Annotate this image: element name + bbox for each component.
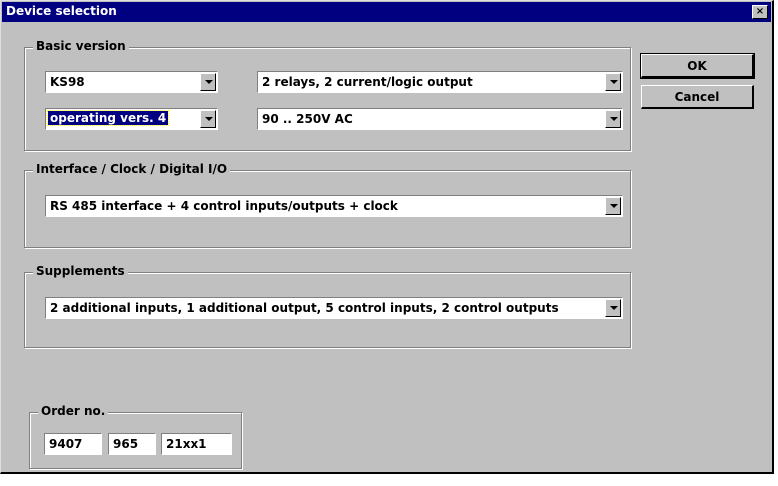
supplements-group: Supplements 2 additional inputs, 1 addit… [24, 264, 631, 348]
basic-version-group: Basic version KS98 2 relays, 2 current/l… [24, 39, 631, 151]
interface-value: RS 485 interface + 4 control inputs/outp… [50, 199, 398, 213]
model-value: KS98 [50, 75, 85, 89]
outputs-select[interactable]: 2 relays, 2 current/logic output [257, 71, 623, 93]
cancel-button[interactable]: Cancel [641, 85, 754, 109]
device-selection-dialog: Device selection × Basic version KS98 2 … [0, 0, 774, 474]
supplements-select[interactable]: 2 additional inputs, 1 additional output… [45, 297, 623, 319]
interface-group: Interface / Clock / Digital I/O RS 485 i… [24, 162, 631, 248]
supplements-label: Supplements [33, 264, 128, 278]
close-icon[interactable]: × [752, 5, 768, 19]
chevron-down-icon[interactable] [605, 299, 621, 317]
power-select[interactable]: 90 .. 250V AC [257, 108, 623, 130]
ok-button[interactable]: OK [640, 53, 755, 79]
operating-version-value: operating vers. 4 [46, 110, 170, 126]
order-part-1-field[interactable]: 9407 [44, 433, 102, 455]
chevron-down-icon[interactable] [605, 110, 621, 128]
order-number-label: Order no. [38, 404, 109, 418]
order-part-3-field[interactable]: 21xx1 [161, 433, 232, 455]
title-bar: Device selection × [2, 2, 771, 22]
order-part-2-field[interactable]: 965 [108, 433, 156, 455]
basic-version-label: Basic version [33, 39, 129, 53]
order-number-group: Order no. 9407 965 21xx1 [29, 404, 242, 469]
interface-label: Interface / Clock / Digital I/O [33, 162, 231, 176]
interface-select[interactable]: RS 485 interface + 4 control inputs/outp… [45, 195, 623, 217]
outputs-value: 2 relays, 2 current/logic output [262, 75, 473, 89]
window-title: Device selection [6, 4, 117, 18]
chevron-down-icon[interactable] [200, 110, 216, 128]
supplements-value: 2 additional inputs, 1 additional output… [50, 301, 559, 315]
operating-version-select[interactable]: operating vers. 4 [45, 108, 218, 130]
chevron-down-icon[interactable] [200, 73, 216, 91]
power-value: 90 .. 250V AC [262, 112, 353, 126]
model-select[interactable]: KS98 [45, 71, 218, 93]
chevron-down-icon[interactable] [605, 73, 621, 91]
chevron-down-icon[interactable] [605, 197, 621, 215]
